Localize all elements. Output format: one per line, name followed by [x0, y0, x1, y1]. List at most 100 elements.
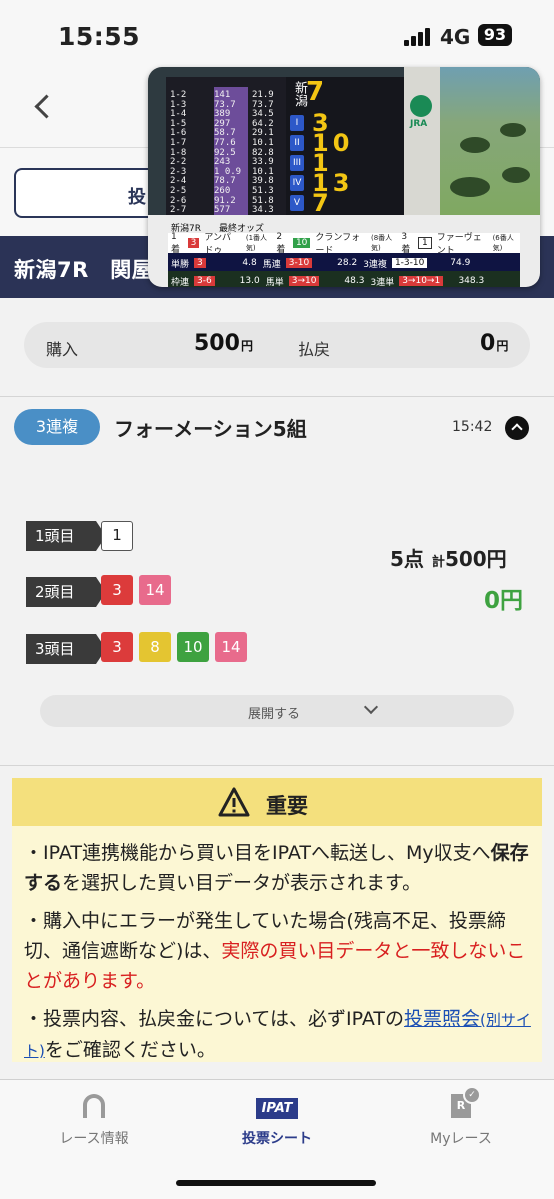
odds-combo: 3→10→1 [399, 276, 444, 286]
rank-1-badge: I [290, 115, 304, 131]
track-scenery [440, 67, 540, 227]
horse-number: 10 [177, 632, 209, 662]
rank-3-badge: III [290, 155, 304, 171]
jra-logo-icon [410, 95, 432, 117]
odds-combo: 3-6 [194, 276, 215, 286]
bet-type-badge: 3連複 [14, 409, 100, 445]
place-3-pop: (6番人気) [492, 234, 514, 252]
horse-number: 14 [139, 575, 171, 605]
odds-board-values-b: 21.9 73.7 34.5 64.2 29.1 10.1 82.8 33.9 … [252, 90, 274, 216]
odds-value: 28.2 [337, 258, 358, 268]
position-2-numbers: 3 14 [101, 575, 171, 605]
position-3-label: 3頭目 [26, 634, 106, 664]
odds-type: 馬単 [265, 277, 284, 288]
result-board: 新潟 7 I3 II 10 III 1 IV 13 V7 [286, 77, 404, 223]
screen: 15:55 4G 93 投 新潟7R 関屋 1-2 1-3 1-4 1-5 1-… [0, 0, 554, 1199]
tab-label: Myレース [430, 1131, 492, 1147]
odds-combo: 3→10 [288, 276, 320, 286]
purchase-amount: 500円 [194, 331, 253, 356]
odds-value: 74.9 [450, 258, 471, 268]
bet-title: フォーメーション5組 [114, 417, 307, 441]
warning-icon [218, 787, 250, 817]
ipat-icon: IPAT [255, 1098, 299, 1119]
expand-label: 展開する [248, 707, 301, 722]
jra-logo-text: JRA [410, 119, 428, 129]
payout-label: 払戻 [298, 340, 331, 359]
odds-value: 4.8 [242, 258, 257, 268]
place-1-name: アンパドゥ [204, 233, 232, 256]
place-2-pop: (8番人気) [370, 234, 393, 252]
tab-vote-sheet[interactable]: IPAT 投票シート [207, 1094, 347, 1148]
payout-amount: 0円 [480, 331, 509, 356]
bet-card: 3連複 フォーメーション5組 15:42 1頭目 1 2頭目 3 14 3頭目 … [0, 397, 554, 767]
battery-icon: 93 [478, 24, 512, 46]
bet-payout: 0円 [484, 588, 524, 614]
purchase-summary: 購入 500円 払戻 0円 [24, 322, 530, 368]
home-indicator [176, 1180, 376, 1186]
result-board-race: 7 [306, 77, 325, 107]
tab-my-race[interactable]: R Myレース [391, 1086, 531, 1148]
purchase-label: 購入 [46, 340, 79, 359]
rank-4-badge: IV [290, 175, 304, 191]
tab-label: 投票シート [242, 1131, 312, 1147]
place-1-num: 3 [187, 238, 200, 248]
place-3-num: 1 [418, 237, 432, 249]
odds-value: 13.0 [239, 276, 260, 286]
place-3: 3着 [401, 231, 411, 255]
odds-board-values-a: 141 73.7 389 297 58.7 77.6 92.5 243 1 0.… [214, 90, 242, 216]
notice-item-2: ・購入中にエラーが発生していた場合(残高不足、投票締切、通信遮断など)は、実際の… [24, 910, 526, 992]
odds-combo: 1-3-10 [391, 258, 428, 268]
notice-title: 重要 [266, 794, 308, 818]
final-odds-strip: 新潟7R 最終オッズ 1着 3 アンパドゥ (1番人気) 2着 10 クランフォード (8番… [148, 215, 540, 287]
grandstand [404, 67, 440, 227]
divider [0, 765, 554, 766]
collapse-chevron-icon[interactable] [505, 416, 529, 440]
odds-type: 3連単 [370, 277, 395, 288]
expand-button[interactable]: 展開する [40, 695, 514, 727]
position-1-label: 1頭目 [26, 521, 106, 551]
place-2-num: 10 [292, 238, 311, 248]
position-1-numbers: 1 [101, 521, 133, 551]
horse-number: 3 [101, 575, 133, 605]
place-1: 1着 [171, 231, 181, 255]
notice-item-3: ・投票内容、払戻金については、必ずIPATの投票照会(別サイト)をご確認ください… [24, 1008, 531, 1061]
chevron-down-icon [363, 699, 379, 715]
horse-number: 14 [215, 632, 247, 662]
position-2-label: 2頭目 [26, 577, 106, 607]
status-bar: 15:55 4G 93 [0, 0, 554, 70]
notice-item-1: ・IPAT連携機能から買い目をIPATへ転送し、My収支へ保存するを選択した買い… [24, 842, 529, 894]
odds-type: 3連複 [363, 259, 387, 270]
race-title: 新潟7R 関屋 [14, 258, 154, 282]
place-2: 2着 [276, 231, 286, 255]
place-2-name: クランフォード [315, 233, 361, 256]
rank-5-value: 7 [312, 189, 333, 217]
tab-race-info[interactable]: レース情報 [24, 1094, 164, 1148]
odds-value: 348.3 [458, 276, 485, 286]
myrace-icon: R [451, 1086, 481, 1118]
odds-type: 馬連 [262, 259, 281, 270]
odds-type: 枠連 [171, 277, 190, 288]
odds-value: 48.3 [344, 276, 365, 286]
rank-2-badge: II [290, 135, 304, 151]
notice-body: ・IPAT連携機能から買い目をIPATへ転送し、My収支へ保存するを選択した買い… [24, 838, 538, 1074]
race-video-overlay[interactable]: 1-2 1-3 1-4 1-5 1-6 1-7 1-8 2-2 2-3 2-4 … [148, 67, 540, 287]
bet-time: 15:42 [452, 419, 493, 435]
horse-number: 1 [101, 521, 133, 551]
odds-board-combos: 1-2 1-3 1-4 1-5 1-6 1-7 1-8 2-2 2-3 2-4 … [170, 90, 187, 224]
important-notice: 重要 ・IPAT連携機能から買い目をIPATへ転送し、My収支へ保存するを選択し… [12, 778, 542, 1062]
horse-number: 3 [101, 632, 133, 662]
status-time: 15:55 [58, 22, 141, 51]
odds-combo: 3 [194, 258, 206, 268]
signal-icon [404, 28, 434, 46]
odds-combo: 3-10 [285, 258, 313, 268]
tab-label: レース情報 [59, 1131, 129, 1147]
horse-number: 8 [139, 632, 171, 662]
back-button[interactable] [30, 92, 60, 122]
bet-points: 5点 計500円 [390, 547, 507, 571]
horseshoe-icon [83, 1094, 105, 1118]
position-3-numbers: 3 8 10 14 [101, 632, 247, 662]
place-1-pop: (1番人気) [245, 234, 268, 252]
odds-type: 単勝 [171, 259, 190, 270]
place-3-name: ファーヴェント [436, 233, 482, 256]
rank-5-badge: V [290, 195, 304, 211]
